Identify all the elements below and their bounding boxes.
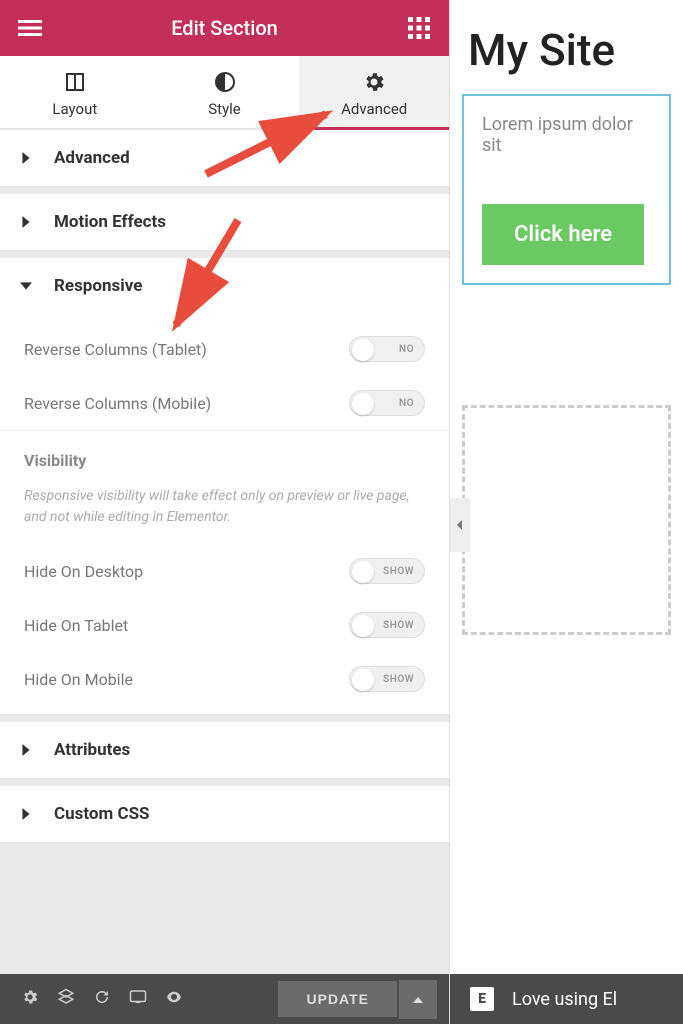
hide-tablet-label: Hide On Tablet (24, 616, 128, 635)
caret-right-icon (20, 149, 32, 168)
hide-desktop-toggle[interactable]: SHOW (349, 558, 425, 584)
sections-container: Advanced Motion Effects Responsive Rever… (0, 130, 449, 974)
elementor-logo-icon[interactable]: E (470, 987, 494, 1011)
hide-mobile-row: Hide On Mobile SHOW (0, 652, 449, 706)
toggle-knob (352, 669, 374, 691)
reverse-tablet-row: Reverse Columns (Tablet) NO (0, 322, 449, 376)
site-title: My Site (462, 24, 671, 76)
hide-mobile-label: Hide On Mobile (24, 670, 133, 689)
responsive-icon[interactable] (120, 988, 156, 1010)
panel-header: Edit Section (0, 0, 449, 56)
style-icon (213, 70, 237, 94)
cta-button[interactable]: Click here (482, 204, 644, 265)
caret-down-icon (20, 277, 32, 296)
tab-advanced[interactable]: Advanced (299, 56, 449, 128)
hide-tablet-row: Hide On Tablet SHOW (0, 598, 449, 652)
preview-icon[interactable] (156, 988, 192, 1010)
reverse-mobile-row: Reverse Columns (Mobile) NO (0, 376, 449, 430)
section-advanced[interactable]: Advanced (0, 130, 449, 186)
visibility-title: Visibility (0, 431, 449, 478)
tab-layout[interactable]: Layout (0, 56, 150, 128)
tab-layout-label: Layout (52, 100, 97, 118)
section-advanced-title: Advanced (54, 148, 130, 168)
section-custom-css[interactable]: Custom CSS (0, 786, 449, 842)
toggle-state: NO (399, 344, 414, 355)
lorem-text: Lorem ipsum dolor sit (482, 114, 651, 156)
layout-icon (63, 70, 87, 94)
selected-section[interactable]: Lorem ipsum dolor sit Click here (462, 94, 671, 285)
hide-mobile-toggle[interactable]: SHOW (349, 666, 425, 692)
toggle-knob (352, 561, 374, 583)
footer-text: Love using El (512, 989, 617, 1010)
section-attributes[interactable]: Attributes (0, 722, 449, 778)
gear-icon (362, 70, 386, 94)
section-responsive[interactable]: Responsive (0, 258, 449, 314)
section-customcss-title: Custom CSS (54, 804, 150, 824)
caret-right-icon (20, 741, 32, 760)
toggle-state: SHOW (383, 566, 414, 577)
editor-panel: Edit Section Layout Style Advanced Advan… (0, 0, 450, 1024)
hide-desktop-row: Hide On Desktop SHOW (0, 544, 449, 598)
tab-advanced-label: Advanced (341, 100, 407, 118)
menu-icon[interactable] (18, 16, 42, 40)
toggle-state: NO (399, 398, 414, 409)
toggle-knob (352, 393, 374, 415)
settings-icon[interactable] (12, 988, 48, 1010)
tab-style-label: Style (208, 100, 241, 118)
visibility-note: Responsive visibility will take effect o… (0, 478, 449, 544)
section-attributes-title: Attributes (54, 740, 130, 760)
preview-footer: E Love using El (450, 974, 683, 1024)
reverse-tablet-toggle[interactable]: NO (349, 336, 425, 362)
tab-style[interactable]: Style (150, 56, 300, 128)
history-icon[interactable] (84, 988, 120, 1010)
section-motion-effects[interactable]: Motion Effects (0, 194, 449, 250)
empty-drop-zone[interactable] (462, 405, 671, 635)
panel-footer: UPDATE (0, 974, 449, 1024)
hide-tablet-toggle[interactable]: SHOW (349, 612, 425, 638)
collapse-panel-handle[interactable] (450, 498, 470, 552)
apps-grid-icon[interactable] (407, 16, 431, 40)
tabs: Layout Style Advanced (0, 56, 449, 130)
reverse-tablet-label: Reverse Columns (Tablet) (24, 340, 207, 359)
navigator-icon[interactable] (48, 988, 84, 1010)
update-dropdown[interactable] (399, 980, 437, 1019)
update-button[interactable]: UPDATE (278, 981, 397, 1017)
section-responsive-title: Responsive (54, 276, 142, 296)
section-motion-title: Motion Effects (54, 212, 166, 232)
reverse-mobile-label: Reverse Columns (Mobile) (24, 394, 211, 413)
toggle-knob (352, 615, 374, 637)
hide-desktop-label: Hide On Desktop (24, 562, 143, 581)
preview-pane: My Site Lorem ipsum dolor sit Click here… (450, 0, 683, 1024)
toggle-state: SHOW (383, 674, 414, 685)
responsive-body: Reverse Columns (Tablet) NO Reverse Colu… (0, 314, 449, 714)
toggle-knob (352, 339, 374, 361)
caret-right-icon (20, 805, 32, 824)
reverse-mobile-toggle[interactable]: NO (349, 390, 425, 416)
caret-right-icon (20, 213, 32, 232)
toggle-state: SHOW (383, 620, 414, 631)
panel-title: Edit Section (42, 16, 407, 40)
